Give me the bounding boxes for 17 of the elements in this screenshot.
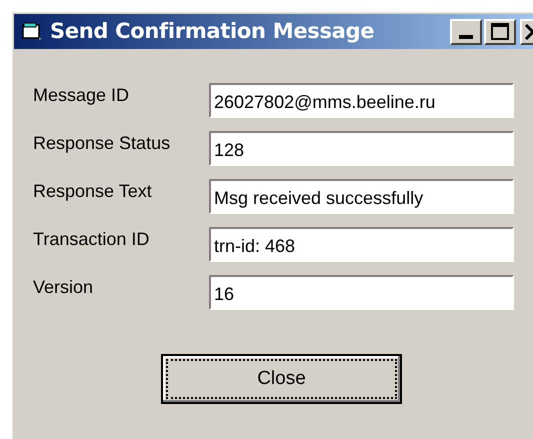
field-label: Response Text [33, 180, 153, 202]
window-app-icon [22, 22, 44, 42]
maximize-icon [491, 23, 509, 40]
text-field[interactable]: 26027802@mms.beeline.ru [209, 83, 514, 118]
minimize-icon [459, 34, 473, 38]
text-field[interactable]: Msg received successfully [209, 179, 514, 214]
field-label: Version [33, 276, 94, 298]
minimize-button[interactable] [450, 18, 482, 44]
close-button[interactable]: Close [161, 354, 402, 404]
field-label: Message ID [33, 84, 130, 106]
field-label: Response Status [33, 132, 172, 154]
text-field[interactable]: 16 [209, 275, 514, 310]
field-label: Transaction ID [33, 228, 150, 250]
maximize-button[interactable] [484, 18, 516, 44]
window-title: Send Confirmation Message [50, 18, 374, 45]
text-field[interactable]: trn-id: 468 [209, 227, 514, 262]
text-field[interactable]: 128 [209, 131, 514, 166]
